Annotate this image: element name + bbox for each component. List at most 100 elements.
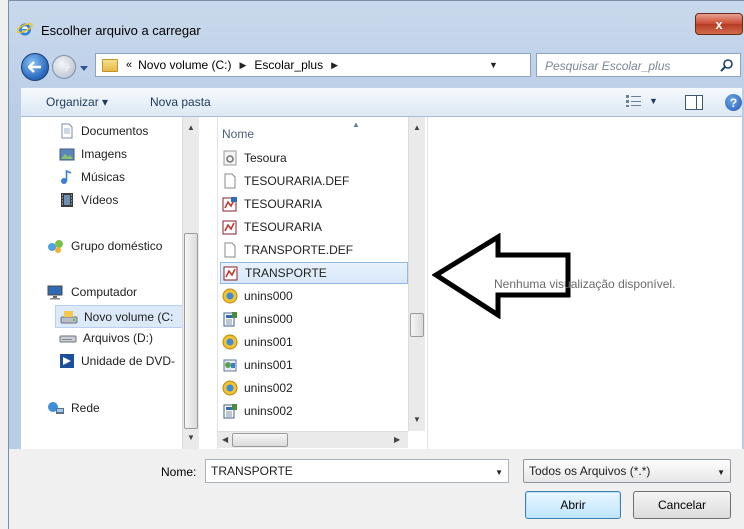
chevron-right-icon[interactable]: ▶	[331, 60, 338, 71]
file-list-horizontal-scrollbar[interactable]: ◀ ▶	[218, 431, 408, 448]
list-item[interactable]: unins002	[220, 377, 408, 399]
scrollbar-thumb[interactable]	[184, 233, 198, 429]
report-file-icon	[222, 220, 237, 235]
breadcrumb-item-folder[interactable]: Escolar_plus	[254, 58, 323, 72]
scroll-down-icon[interactable]: ▼	[187, 433, 195, 442]
video-icon	[61, 193, 73, 207]
file-name: Tesoura	[244, 151, 287, 165]
list-item[interactable]: unins002	[220, 400, 408, 422]
sidebar-item-drive-d[interactable]: Arquivos (D:)	[59, 330, 153, 346]
address-dropdown-icon[interactable]: ▼	[489, 60, 498, 70]
list-item[interactable]: TESOURARIA.DEF	[220, 170, 408, 192]
browser-area: Documentos Imagens Músicas Vídeos Grupo …	[21, 117, 742, 449]
preview-pane: Nenhuma visualização disponível.	[427, 117, 742, 449]
forward-arrow-icon	[59, 62, 70, 72]
sidebar-item-documents[interactable]: Documentos	[59, 123, 148, 139]
open-button-label: Abrir	[560, 498, 586, 512]
list-item-selected[interactable]: TRANSPORTE	[220, 262, 408, 284]
search-placeholder: Pesquisar Escolar_plus	[545, 59, 671, 73]
title-bar: Escolher arquivo a carregar x	[9, 1, 744, 41]
list-item[interactable]: TESOURARIA	[220, 193, 408, 215]
scroll-up-icon[interactable]: ▲	[187, 123, 195, 132]
preview-pane-button[interactable]	[685, 95, 703, 110]
scrollbar-thumb[interactable]	[410, 313, 424, 337]
scroll-left-icon[interactable]: ◀	[222, 435, 228, 444]
command-bar: Organizar ▾ Nova pasta ▼ ?	[21, 87, 742, 117]
installer-icon	[223, 359, 237, 372]
file-name: unins000	[244, 289, 293, 303]
view-list-icon	[626, 95, 641, 107]
organize-menu-button[interactable]: Organizar ▾	[46, 95, 108, 109]
sidebar-item-label: Músicas	[81, 170, 126, 184]
search-input[interactable]: Pesquisar Escolar_plus	[536, 53, 741, 77]
scroll-down-icon[interactable]: ▼	[413, 415, 421, 424]
cancel-button[interactable]: Cancelar	[633, 491, 731, 519]
sidebar-item-dvd[interactable]: Unidade de DVD-	[59, 353, 175, 369]
search-icon[interactable]	[720, 58, 734, 72]
view-options-button[interactable]: ▼	[625, 94, 658, 108]
scroll-right-icon[interactable]: ▶	[394, 435, 400, 444]
file-type-value: Todos os Arquivos (*.*)	[529, 464, 651, 478]
file-type-select[interactable]: Todos os Arquivos (*.*) ▼	[523, 459, 731, 483]
settings-file-icon	[223, 150, 237, 166]
forward-button[interactable]	[52, 55, 76, 79]
arrow-annotation-icon	[432, 233, 571, 319]
sidebar-item-videos[interactable]: Vídeos	[59, 192, 118, 208]
file-open-dialog: Escolher arquivo a carregar x « Novo vol…	[8, 0, 744, 529]
sidebar-item-label: Grupo doméstico	[71, 239, 163, 253]
breadcrumb-item-drive[interactable]: Novo volume (C:)	[138, 58, 231, 72]
internet-explorer-icon	[17, 23, 33, 36]
sidebar-item-images[interactable]: Imagens	[59, 146, 127, 162]
file-name: TESOURARIA	[244, 220, 323, 234]
computer-icon	[47, 285, 63, 300]
file-name: unins002	[244, 381, 293, 395]
sidebar-item-label: Imagens	[81, 147, 128, 161]
chevron-right-icon[interactable]: ▶	[239, 60, 246, 71]
help-button[interactable]: ?	[725, 94, 742, 111]
scroll-up-icon[interactable]: ▲	[413, 123, 421, 132]
list-item[interactable]: unins001	[220, 354, 408, 376]
file-list-pane: Nome ▲ Tesoura TESOURARIA.DEF TESOURARIA…	[217, 117, 427, 449]
breadcrumb-overflow[interactable]: «	[126, 59, 132, 71]
breadcrumb-label: Escolar_plus	[254, 58, 324, 72]
file-list-scrollbar[interactable]: ▲ ▼	[408, 117, 425, 431]
navigation-pane: Documentos Imagens Músicas Vídeos Grupo …	[21, 117, 199, 449]
scrollbar-thumb[interactable]	[232, 433, 288, 447]
sidebar-item-network[interactable]: Rede	[47, 400, 100, 416]
sidebar-item-drive-c[interactable]: Novo volume (C:	[55, 305, 183, 328]
list-item[interactable]: unins000	[220, 285, 408, 307]
cancel-button-label: Cancelar	[657, 498, 707, 512]
file-name: TRANSPORTE	[245, 266, 327, 280]
sidebar-item-music[interactable]: Músicas	[59, 169, 125, 185]
list-item[interactable]: Tesoura	[220, 147, 408, 169]
file-name-value: TRANSPORTE	[211, 464, 293, 478]
sidebar-item-label: Rede	[71, 401, 100, 415]
folder-icon	[102, 58, 118, 72]
drive-icon	[60, 310, 78, 323]
sidebar-item-homegroup[interactable]: Grupo doméstico	[47, 238, 162, 254]
chevron-down-icon[interactable]: ▼	[495, 468, 503, 477]
close-button[interactable]: x	[695, 13, 743, 35]
sidebar-item-label: Documentos	[81, 124, 149, 138]
open-button[interactable]: Abrir	[525, 491, 621, 519]
navigation-scrollbar[interactable]: ▲ ▼	[182, 117, 199, 449]
executable-icon	[223, 404, 237, 419]
column-header-name[interactable]: Nome ▲	[218, 120, 408, 145]
sort-ascending-icon: ▲	[352, 120, 360, 129]
close-icon: x	[715, 16, 723, 32]
image-icon	[59, 148, 75, 161]
file-name-input[interactable]: TRANSPORTE ▼	[205, 459, 509, 483]
back-arrow-icon	[28, 61, 41, 73]
blank-file-icon	[224, 173, 236, 189]
list-item[interactable]: unins001	[220, 331, 408, 353]
list-item[interactable]: TRANSPORTE.DEF	[220, 239, 408, 261]
address-bar[interactable]: « Novo volume (C:) ▶ Escolar_plus ▶ ▼	[95, 53, 606, 77]
sidebar-item-computer[interactable]: Computador	[47, 284, 137, 300]
sidebar-item-label: Arquivos (D:)	[83, 331, 154, 345]
file-name: unins002	[244, 404, 293, 418]
list-item[interactable]: TESOURARIA	[220, 216, 408, 238]
list-item[interactable]: unins000	[220, 308, 408, 330]
new-folder-button[interactable]: Nova pasta	[150, 95, 211, 109]
back-button[interactable]	[21, 53, 49, 81]
recent-pages-dropdown-icon[interactable]	[79, 63, 89, 73]
